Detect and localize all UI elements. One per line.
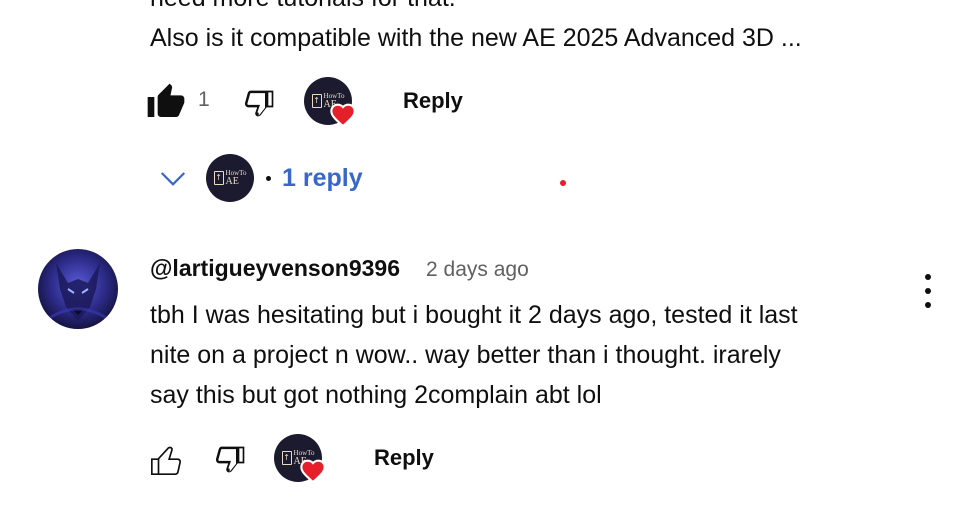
comment-author[interactable]: @lartigueyvenson9396	[150, 250, 400, 286]
thumb-up-filled-icon[interactable]	[146, 82, 186, 122]
reply-count-link[interactable]: 1 reply	[282, 164, 363, 193]
comment-timestamp[interactable]: 2 days ago	[426, 252, 529, 288]
separator-dot	[266, 175, 271, 181]
user-avatar[interactable]	[38, 249, 118, 329]
comment-text-cut-line: need more tutorials for that.	[150, 0, 456, 18]
reply-button[interactable]: Reply	[374, 445, 434, 471]
comment-text-line: Also is it compatible with the new AE 20…	[150, 24, 802, 52]
chevron-down-icon	[160, 172, 186, 186]
creator-avatar-small: ↑ HowTo AE	[206, 154, 254, 202]
heart-icon	[300, 459, 326, 483]
thumb-up-icon[interactable]	[146, 440, 186, 480]
heart-icon	[330, 103, 356, 127]
view-replies-button[interactable]: ↑ HowTo AE 1 reply	[158, 154, 363, 202]
like-count: 1	[198, 88, 210, 111]
red-dot	[560, 180, 566, 186]
reply-button[interactable]: Reply	[403, 88, 463, 114]
wolf-avatar-image	[47, 263, 109, 321]
thumb-down-icon[interactable]	[211, 440, 251, 480]
thumb-down-icon[interactable]	[240, 84, 280, 124]
comment-body: tbh I was hesitating but i bought it 2 d…	[150, 301, 798, 409]
more-vert-icon[interactable]	[918, 274, 938, 308]
